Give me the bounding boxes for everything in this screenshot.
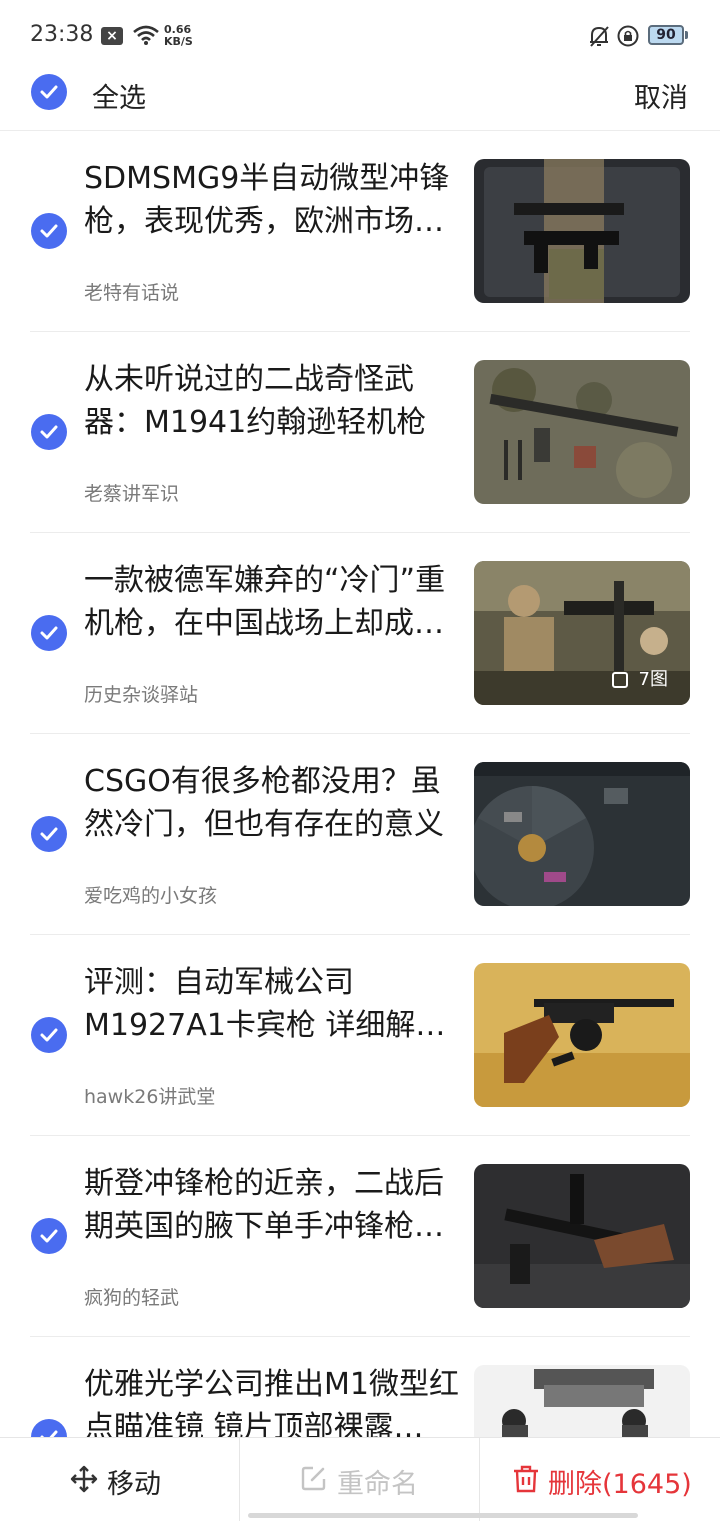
item-checkbox[interactable] xyxy=(31,213,67,249)
list-item[interactable]: 优雅光学公司推出M1微型红点瞄准镜 镜片顶部裸露… xyxy=(0,1337,720,1437)
item-source: 历史杂谈驿站 xyxy=(84,684,199,706)
select-all-checkbox[interactable] xyxy=(31,74,67,110)
item-thumbnail xyxy=(474,762,690,906)
rename-label: 重命名 xyxy=(337,1469,418,1500)
item-thumbnail xyxy=(474,963,690,1107)
move-label: 移动 xyxy=(107,1469,161,1500)
check-icon xyxy=(40,1028,58,1042)
edit-icon xyxy=(301,1466,326,1491)
image-count-badge: 7图 xyxy=(638,669,668,690)
item-source: 爱吃鸡的小女孩 xyxy=(84,885,218,907)
item-thumbnail xyxy=(474,1365,690,1437)
delete-button[interactable]: 删除(1645) xyxy=(480,1438,720,1521)
wifi-icon xyxy=(133,25,159,45)
select-all-label[interactable]: 全选 xyxy=(92,76,146,115)
list-item[interactable]: 一款被德军嫌弃的“冷门”重机枪，在中国战场上却成… 历史杂谈驿站 7图 xyxy=(0,533,720,734)
item-title: 从未听说过的二战奇怪武器：M1941约翰逊轻机枪 xyxy=(84,362,427,440)
item-title: SDMSMG9半自动微型冲锋枪，表现优秀，欧洲市场… xyxy=(84,161,450,239)
check-icon xyxy=(40,1430,58,1437)
item-source: 老蔡讲军识 xyxy=(84,483,180,505)
check-icon xyxy=(40,425,58,439)
item-title: 一款被德军嫌弃的“冷门”重机枪，在中国战场上却成… xyxy=(84,563,446,641)
item-source: hawk26讲武堂 xyxy=(84,1086,216,1108)
list-item[interactable]: 斯登冲锋枪的近亲，二战后期英国的腋下单手冲锋枪… 疯狗的轻武 xyxy=(0,1136,720,1337)
item-thumbnail: 7图 xyxy=(474,561,690,705)
item-checkbox[interactable] xyxy=(31,1419,67,1437)
rename-button[interactable]: 重命名 xyxy=(240,1438,479,1521)
check-icon xyxy=(40,1229,58,1243)
check-icon xyxy=(40,224,58,238)
item-source: 疯狗的轻武 xyxy=(84,1287,180,1309)
network-speed-unit: KB/S xyxy=(164,35,193,48)
list-item[interactable]: 评测：自动军械公司M1927A1卡宾枪 详细解… hawk26讲武堂 xyxy=(0,935,720,1136)
check-icon xyxy=(40,85,58,99)
item-source: 老特有话说 xyxy=(84,282,180,304)
item-checkbox[interactable] xyxy=(31,1017,67,1053)
item-thumbnail xyxy=(474,1164,690,1308)
cancel-button[interactable]: 取消 xyxy=(634,76,688,115)
move-icon xyxy=(70,1465,98,1493)
item-title: 优雅光学公司推出M1微型红点瞄准镜 镜片顶部裸露… xyxy=(84,1367,459,1437)
network-speed: 0.66 KB/S xyxy=(164,24,193,48)
item-title: 评测：自动军械公司M1927A1卡宾枪 详细解… xyxy=(84,965,446,1043)
delete-label: 删除(1645) xyxy=(548,1469,692,1500)
check-icon xyxy=(40,827,58,841)
bell-off-icon xyxy=(590,26,609,47)
item-title: CSGO有很多枪都没用？虽然冷门，但也有存在的意义 xyxy=(84,764,444,842)
item-title: 斯登冲锋枪的近亲，二战后期英国的腋下单手冲锋枪… xyxy=(84,1166,444,1244)
close-box-icon: × xyxy=(101,27,123,45)
item-checkbox[interactable] xyxy=(31,1218,67,1254)
item-checkbox[interactable] xyxy=(31,816,67,852)
gallery-icon xyxy=(612,672,628,688)
bottom-toolbar: 移动 重命名 删除(1645) xyxy=(0,1437,720,1521)
article-list: SDMSMG9半自动微型冲锋枪，表现优秀，欧洲市场… 老特有话说 从未听说过的二… xyxy=(0,131,720,1437)
status-time: 23:38 xyxy=(30,22,94,47)
item-checkbox[interactable] xyxy=(31,414,67,450)
list-item[interactable]: SDMSMG9半自动微型冲锋枪，表现优秀，欧洲市场… 老特有话说 xyxy=(0,131,720,332)
battery-tip xyxy=(685,31,688,39)
status-bar: 23:38 × 0.66 KB/S 90 xyxy=(0,0,720,72)
item-checkbox[interactable] xyxy=(31,615,67,651)
item-thumbnail xyxy=(474,159,690,303)
list-item[interactable]: CSGO有很多枪都没用？虽然冷门，但也有存在的意义 爱吃鸡的小女孩 xyxy=(0,734,720,935)
check-icon xyxy=(40,626,58,640)
move-button[interactable]: 移动 xyxy=(0,1438,239,1521)
list-item[interactable]: 从未听说过的二战奇怪武器：M1941约翰逊轻机枪 老蔡讲军识 xyxy=(0,332,720,533)
home-indicator[interactable] xyxy=(248,1513,638,1518)
battery-icon: 90 xyxy=(648,25,684,45)
item-thumbnail xyxy=(474,360,690,504)
selection-header: 全选 取消 xyxy=(0,72,720,131)
lock-rotation-icon xyxy=(617,25,639,47)
trash-icon xyxy=(514,1465,538,1493)
